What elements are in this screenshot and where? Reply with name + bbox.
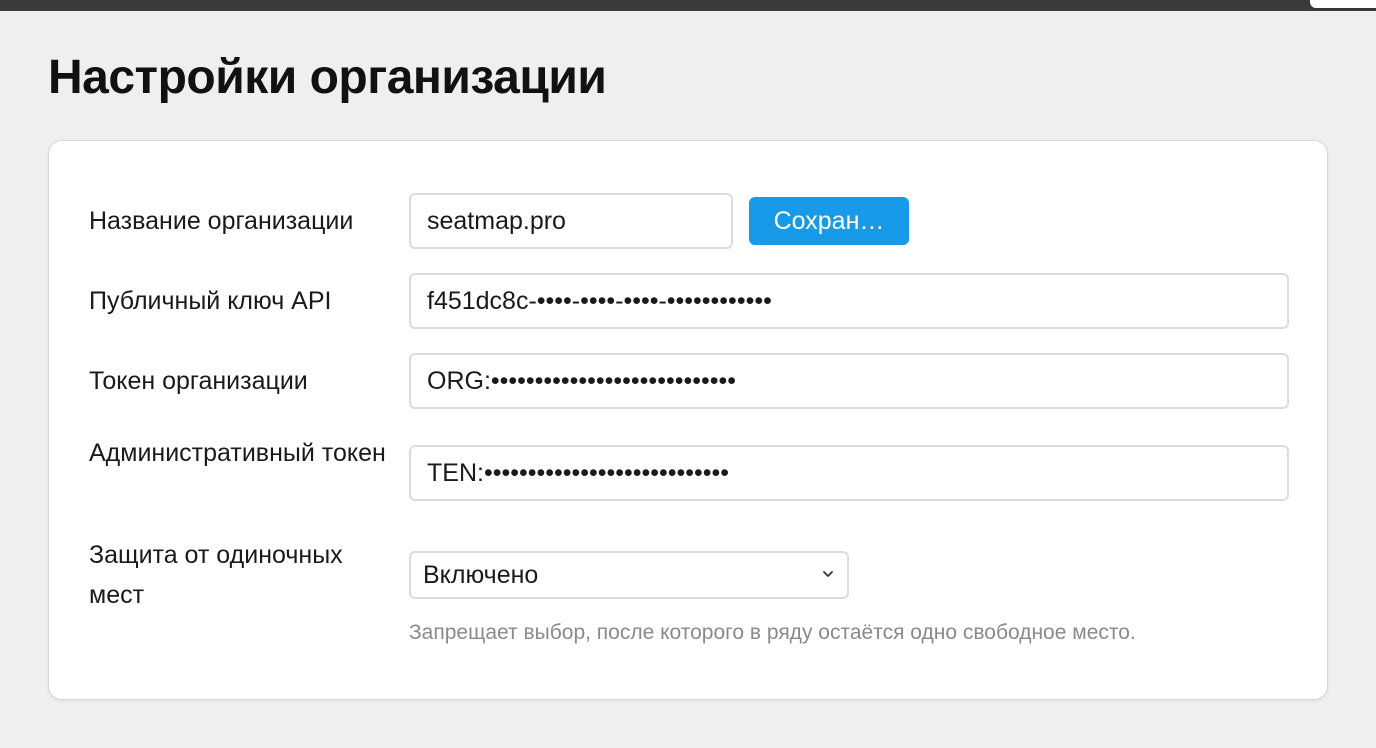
org-token-label: Токен организации <box>89 367 308 395</box>
org-name-label: Название организации <box>89 207 354 235</box>
single-seat-protection-value: Включено <box>423 561 539 589</box>
settings-card: Название организации seatmap.pro Сохран…… <box>48 140 1328 700</box>
admin-token-field[interactable]: TEN:•••••••••••••••••••••••••••• <box>409 445 1289 501</box>
chevron-down-icon <box>823 571 833 577</box>
org-token-field[interactable]: ORG:•••••••••••••••••••••••••••• <box>409 353 1289 409</box>
single-seat-protection-label: Защита от одиночных мест <box>89 541 343 609</box>
public-api-key-label: Публичный ключ API <box>89 287 332 315</box>
top-bar-corner-tab <box>1310 0 1376 8</box>
admin-token-label: Административный токен <box>89 439 386 467</box>
single-seat-protection-hint: Запрещает выбор, после которого в ряду о… <box>409 621 1136 644</box>
top-bar <box>0 0 1376 11</box>
public-api-key-field[interactable]: f451dc8c-••••-••••-••••-•••••••••••• <box>409 273 1289 329</box>
org-name-input[interactable]: seatmap.pro <box>409 193 733 249</box>
save-button[interactable]: Сохран… <box>749 197 909 245</box>
single-seat-protection-select[interactable]: Включено <box>409 551 849 599</box>
page-title: Настройки организации <box>48 51 607 104</box>
